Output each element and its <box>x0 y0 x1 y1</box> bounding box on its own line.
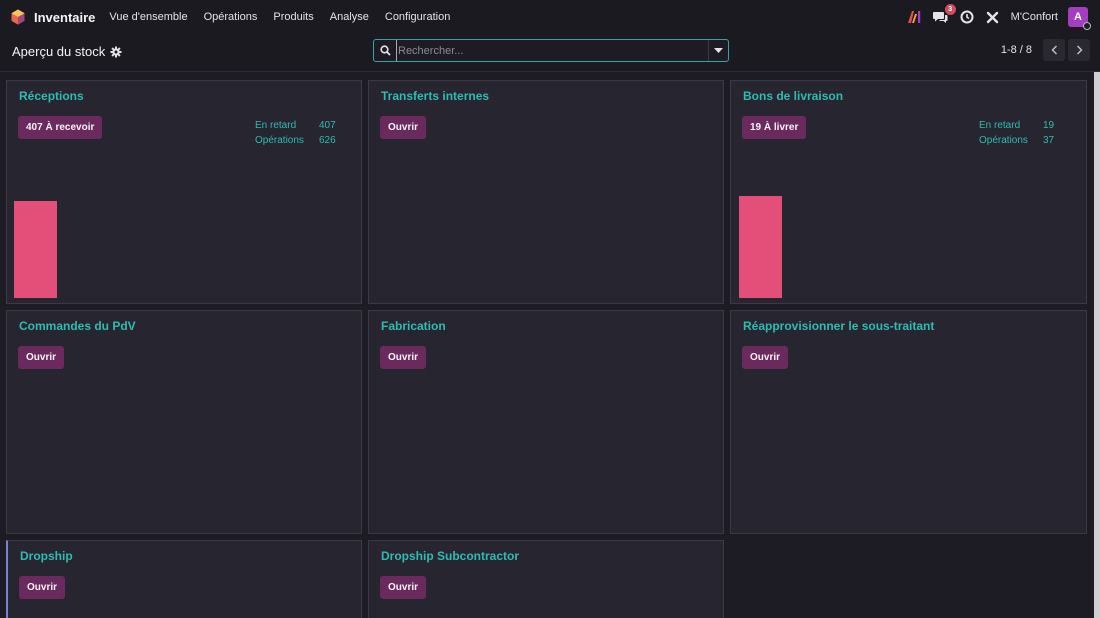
stat-row-operations[interactable]: Opérations 37 <box>979 133 1054 148</box>
to-deliver-button[interactable]: 19 À livrer <box>742 116 807 139</box>
menu-produits[interactable]: Produits <box>273 11 313 23</box>
card-stats: En retard 19 Opérations 37 <box>979 118 1054 148</box>
caret-down-icon <box>714 48 723 53</box>
card-title[interactable]: Réceptions <box>19 89 84 103</box>
avatar-letter: A <box>1074 11 1082 23</box>
card-title[interactable]: Bons de livraison <box>743 89 843 103</box>
open-button[interactable]: Ouvrir <box>18 346 65 369</box>
chevron-left-icon <box>1050 45 1057 55</box>
kanban-card-manufacturing[interactable]: Fabrication Ouvrir <box>368 310 724 534</box>
card-title[interactable]: Dropship <box>20 549 73 563</box>
stat-row-late[interactable]: En retard 407 <box>255 118 336 133</box>
control-panel: Aperçu du stock 1-8 / 8 <box>0 34 1100 72</box>
stat-label: En retard <box>255 120 297 131</box>
kanban-card-dropship[interactable]: Dropship Ouvrir <box>6 540 362 618</box>
card-title[interactable]: Transferts internes <box>381 89 489 103</box>
card-title[interactable]: Commandes du PdV <box>19 319 136 333</box>
gear-icon[interactable] <box>110 46 122 58</box>
presence-status-icon <box>1083 22 1091 30</box>
breadcrumb: Aperçu du stock <box>12 44 122 59</box>
inventory-app-icon[interactable] <box>10 9 26 25</box>
company-switcher[interactable]: M'Confort <box>1011 11 1058 23</box>
kanban-card-dropship-subcontractor[interactable]: Dropship Subcontractor Ouvrir <box>368 540 724 618</box>
search-icon <box>374 45 396 56</box>
stat-label: Opérations <box>255 135 304 146</box>
tools-icon[interactable] <box>985 9 1001 25</box>
stat-value: 19 <box>1043 120 1055 131</box>
kanban-card-delivery-orders[interactable]: Bons de livraison 19 À livrer En retard … <box>730 80 1087 304</box>
open-button[interactable]: Ouvrir <box>742 346 789 369</box>
stat-row-late[interactable]: En retard 19 <box>979 118 1054 133</box>
activity-clock-icon[interactable] <box>959 9 975 25</box>
kanban-card-receptions[interactable]: Réceptions 407 À recevoir En retard 407 … <box>6 80 362 304</box>
page-title: Aperçu du stock <box>12 44 106 59</box>
card-stats: En retard 407 Opérations 626 <box>255 118 336 148</box>
kanban-card-resupply-subcontractor[interactable]: Réapprovisionner le sous-traitant Ouvrir <box>730 310 1087 534</box>
menu-operations[interactable]: Opérations <box>204 11 258 23</box>
menu-analyse[interactable]: Analyse <box>330 11 369 23</box>
menu-configuration[interactable]: Configuration <box>385 11 450 23</box>
stat-label: En retard <box>979 120 1021 131</box>
open-button[interactable]: Ouvrir <box>380 576 427 599</box>
open-button[interactable]: Ouvrir <box>380 116 427 139</box>
kanban-card-pos-orders[interactable]: Commandes du PdV Ouvrir <box>6 310 362 534</box>
top-navbar: Inventaire Vue d'ensemble Opérations Pro… <box>0 0 1100 34</box>
graph-bar[interactable] <box>14 201 57 298</box>
pager-next-button[interactable] <box>1068 39 1090 61</box>
stat-value: 626 <box>319 135 336 146</box>
card-title[interactable]: Réapprovisionner le sous-traitant <box>743 319 934 333</box>
chevron-right-icon <box>1076 45 1083 55</box>
ai-assistant-icon[interactable] <box>907 9 923 25</box>
kanban-card-internal-transfers[interactable]: Transferts internes Ouvrir <box>368 80 724 304</box>
open-button[interactable]: Ouvrir <box>19 576 66 599</box>
stat-row-operations[interactable]: Opérations 626 <box>255 133 336 148</box>
messages-badge: 3 <box>944 4 956 15</box>
stat-value: 407 <box>319 120 336 131</box>
stat-value: 37 <box>1043 135 1055 146</box>
app-name[interactable]: Inventaire <box>34 10 95 25</box>
search-input[interactable] <box>396 40 708 61</box>
user-avatar[interactable]: A <box>1068 7 1091 30</box>
vertical-scrollbar[interactable] <box>1094 72 1100 618</box>
open-button[interactable]: Ouvrir <box>380 346 427 369</box>
search-bar <box>373 39 729 62</box>
pager: 1-8 / 8 <box>1001 39 1090 61</box>
messages-icon[interactable]: 3 <box>933 4 956 25</box>
to-receive-button[interactable]: 407 À recevoir <box>18 116 103 139</box>
card-title[interactable]: Fabrication <box>381 319 446 333</box>
pager-value[interactable]: 1-8 / 8 <box>1001 44 1032 56</box>
search-options-toggle[interactable] <box>708 40 728 61</box>
navbar-systray: 3 M'Confort A <box>907 0 1091 34</box>
pager-previous-button[interactable] <box>1043 39 1065 61</box>
card-title[interactable]: Dropship Subcontractor <box>381 549 519 563</box>
graph-bar[interactable] <box>739 196 782 298</box>
menu-vue-ensemble[interactable]: Vue d'ensemble <box>109 11 187 23</box>
stat-label: Opérations <box>979 135 1028 146</box>
